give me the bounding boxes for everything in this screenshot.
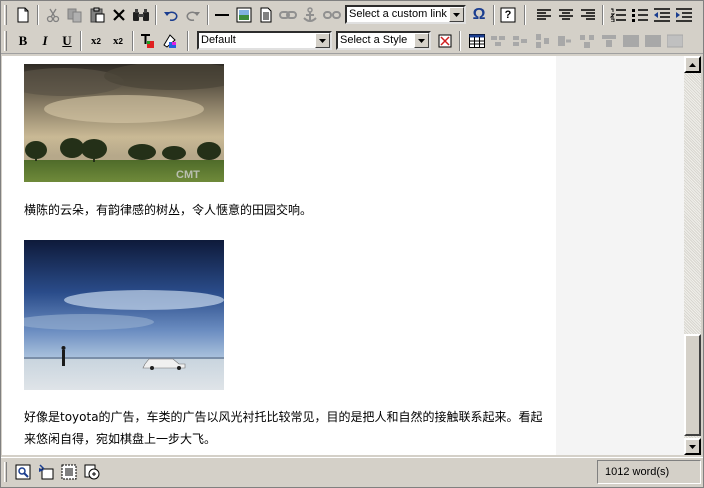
omega-glyph: Ω xyxy=(472,6,486,23)
toolbar-separator xyxy=(459,31,461,51)
toolbar-separator xyxy=(132,31,134,51)
font-select-value: Default xyxy=(201,34,236,46)
scroll-down-button[interactable] xyxy=(684,438,701,455)
cut-icon[interactable] xyxy=(42,4,64,26)
italic-label: I xyxy=(42,33,48,48)
underline-button[interactable]: U xyxy=(56,30,78,52)
outdent-icon[interactable] xyxy=(651,4,673,26)
toolbar-separator xyxy=(187,31,189,51)
editor-content-area[interactable]: CMT 横陈的云朵，有韵律感的树丛，令人惬意的田园交响。 好像是toyota的广… xyxy=(2,56,684,455)
insert-image-icon[interactable] xyxy=(233,4,255,26)
bold-button[interactable]: B xyxy=(12,30,34,52)
toolbar-grip[interactable] xyxy=(4,462,7,482)
insert-table-icon[interactable] xyxy=(466,30,488,52)
source-view-icon[interactable] xyxy=(81,461,103,483)
toolbar-grip[interactable] xyxy=(4,31,7,51)
bold-label: B xyxy=(18,33,28,48)
chevron-down-icon[interactable] xyxy=(449,7,464,22)
document-body[interactable]: CMT 横陈的云朵，有韵律感的树丛，令人惬意的田园交响。 好像是toyota的广… xyxy=(2,56,556,455)
toolbar-separator xyxy=(493,5,495,25)
vertical-scrollbar[interactable] xyxy=(684,56,701,455)
help-icon[interactable]: ? xyxy=(497,4,519,26)
remove-format-icon[interactable] xyxy=(434,30,456,52)
delete-column-icon[interactable] xyxy=(554,30,576,52)
html-mode-icon[interactable] xyxy=(35,461,57,483)
unordered-list-icon[interactable] xyxy=(629,4,651,26)
toolbar-separator xyxy=(155,5,157,25)
copy-icon[interactable] xyxy=(64,4,86,26)
merge-cells-icon[interactable] xyxy=(576,30,598,52)
text-color-icon[interactable] xyxy=(136,30,158,52)
main-toolbar: Select a custom link Ω ? xyxy=(1,2,703,28)
row-properties-icon[interactable] xyxy=(664,30,686,52)
help-glyph: ? xyxy=(504,9,512,21)
underline-label: U xyxy=(62,33,72,48)
paragraph-2[interactable]: 好像是toyota的广告，车类的广告以风光衬托比较常见，目的是把人和自然的接触联… xyxy=(24,406,544,450)
toolbar-separator xyxy=(37,5,39,25)
horizontal-rule-icon[interactable] xyxy=(211,4,233,26)
style-select-value: Select a Style xyxy=(340,34,408,46)
custom-link-select[interactable]: Select a custom link xyxy=(345,5,466,24)
format-toolbar: B I U x2 x2 Default Select a Style xyxy=(1,28,703,54)
font-select[interactable]: Default xyxy=(197,31,332,50)
delete-row-icon[interactable] xyxy=(510,30,532,52)
subscript-mark: 2 xyxy=(118,36,123,46)
special-character-icon[interactable]: Ω xyxy=(468,4,490,26)
table-properties-icon[interactable] xyxy=(620,30,642,52)
design-mode-icon[interactable] xyxy=(12,461,34,483)
unlink-icon[interactable] xyxy=(321,4,343,26)
link-icon[interactable] xyxy=(277,4,299,26)
delete-icon[interactable] xyxy=(108,4,130,26)
find-icon[interactable] xyxy=(130,4,152,26)
watermark-caption: CMT xyxy=(176,169,200,181)
indent-icon[interactable] xyxy=(673,4,695,26)
superscript-mark: 2 xyxy=(96,36,101,46)
landscape-trees-photo[interactable]: CMT xyxy=(24,64,224,182)
new-document-icon[interactable] xyxy=(12,4,34,26)
insert-document-icon[interactable] xyxy=(255,4,277,26)
status-bar: 1012 word(s) xyxy=(1,457,703,487)
align-center-icon[interactable] xyxy=(555,4,577,26)
subscript-button[interactable]: x2 xyxy=(107,30,129,52)
italic-button[interactable]: I xyxy=(34,30,56,52)
anchor-icon[interactable] xyxy=(299,4,321,26)
preview-mode-icon[interactable] xyxy=(58,461,80,483)
side-pane xyxy=(556,56,684,455)
toolbar-separator xyxy=(207,5,209,25)
style-select[interactable]: Select a Style xyxy=(336,31,431,50)
toolbar-grip[interactable] xyxy=(4,5,7,25)
insert-row-icon[interactable] xyxy=(488,30,510,52)
undo-icon[interactable] xyxy=(160,4,182,26)
paste-icon[interactable] xyxy=(86,4,108,26)
word-count: 1012 word(s) xyxy=(597,460,701,484)
car-beach-photo[interactable] xyxy=(24,240,224,390)
insert-column-icon[interactable] xyxy=(532,30,554,52)
superscript-button[interactable]: x2 xyxy=(85,30,107,52)
chevron-up-icon xyxy=(689,62,696,67)
ordered-list-icon[interactable] xyxy=(607,4,629,26)
chevron-down-icon xyxy=(689,444,696,449)
cell-properties-icon[interactable] xyxy=(642,30,664,52)
toolbar-separator xyxy=(524,5,526,25)
chevron-down-icon[interactable] xyxy=(315,33,330,48)
toolbar-separator xyxy=(80,31,82,51)
chevron-down-icon[interactable] xyxy=(414,33,429,48)
paragraph-1[interactable]: 横陈的云朵，有韵律感的树丛，令人惬意的田园交响。 xyxy=(24,199,544,221)
scroll-up-button[interactable] xyxy=(684,56,701,73)
scrollbar-thumb[interactable] xyxy=(684,334,701,436)
highlight-color-icon[interactable] xyxy=(158,30,180,52)
custom-link-select-value: Select a custom link xyxy=(349,8,447,20)
redo-icon[interactable] xyxy=(182,4,204,26)
split-cell-icon[interactable] xyxy=(598,30,620,52)
align-left-icon[interactable] xyxy=(533,4,555,26)
toolbar-separator xyxy=(602,5,604,25)
align-right-icon[interactable] xyxy=(577,4,599,26)
